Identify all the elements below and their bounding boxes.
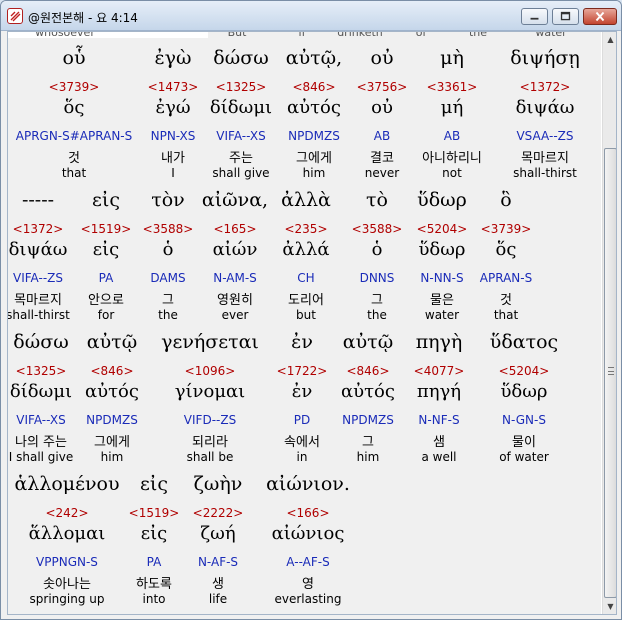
korean-gloss: 물이	[512, 435, 536, 450]
greek-word: διψήσῃ	[510, 47, 580, 69]
word-column[interactable]: ὕδατος <5204> ὕδωρ N-GN-S 물이 of water	[454, 331, 594, 471]
minimize-icon	[530, 17, 539, 20]
english-gloss: shall-thirst	[513, 166, 577, 180]
lemma: διψάω	[515, 97, 575, 118]
close-button[interactable]	[583, 8, 617, 25]
english-gloss: of water	[499, 450, 549, 464]
word-column[interactable]: ὃ <3739> ὅς APRAN-S 것 that	[436, 189, 576, 329]
close-icon	[595, 11, 605, 22]
scroll-thumb[interactable]	[604, 148, 616, 598]
app-logo-icon[interactable]	[7, 8, 23, 24]
grip-icon	[608, 367, 614, 375]
maximize-icon	[560, 11, 571, 21]
strong-number: <166>	[286, 506, 330, 520]
greek-word: ὃ	[500, 189, 512, 211]
lemma: ὕδωρ	[500, 381, 548, 402]
title-bar[interactable]: @원전본해 - 요 4:14	[1, 1, 621, 31]
app-window: @원전본해 - 요 4:14 whosoever But if drinketh of t…	[0, 0, 622, 620]
scrolled-previous-line: whosoever But if drinketh of the water	[8, 32, 601, 39]
window-title: @원전본해 - 요 4:14	[28, 11, 138, 25]
maximize-button[interactable]	[552, 8, 579, 25]
lemma: αἰώνιος	[271, 523, 345, 544]
strong-number: <1372>	[519, 80, 571, 94]
previous-line-word: water	[535, 32, 567, 39]
previous-line-word: whosoever	[35, 32, 95, 39]
interlinear-pane[interactable]: whosoever But if drinketh of the water οὗ <3739…	[7, 31, 617, 615]
minimize-button[interactable]	[521, 8, 548, 25]
interlinear-content: whosoever But if drinketh of the water οὗ <3739…	[8, 32, 601, 614]
lemma: ὅς	[495, 239, 517, 260]
greek-word: αἰώνιον.	[266, 473, 350, 495]
korean-gloss: 영	[302, 577, 314, 592]
strong-number: <5204>	[498, 364, 550, 378]
scroll-down-icon[interactable]: ▼	[603, 599, 616, 614]
greek-word: ὕδατος	[489, 331, 559, 353]
morphology-code: APRAN-S	[479, 271, 533, 285]
english-gloss: that	[493, 308, 519, 322]
morphology-code: N-GN-S	[502, 413, 546, 427]
word-column[interactable]: διψήσῃ <1372> διψάω VSAA--ZS 목마르지 shall-thirs…	[475, 47, 601, 187]
word-column[interactable]: αἰώνιον. <166> αἰώνιος A--AF-S 영 everlasting	[238, 473, 378, 613]
strong-number: <3739>	[480, 222, 532, 236]
morphology-code: A--AF-S	[286, 555, 330, 569]
korean-gloss: 것	[500, 293, 512, 308]
previous-line-word: the	[468, 32, 488, 39]
scroll-up-icon[interactable]: ▲	[603, 32, 616, 47]
vertical-scrollbar[interactable]: ▲ ▼	[602, 32, 616, 614]
korean-gloss: 목마르지	[521, 151, 569, 166]
english-gloss: everlasting	[274, 592, 342, 606]
morphology-code: VSAA--ZS	[516, 129, 574, 143]
